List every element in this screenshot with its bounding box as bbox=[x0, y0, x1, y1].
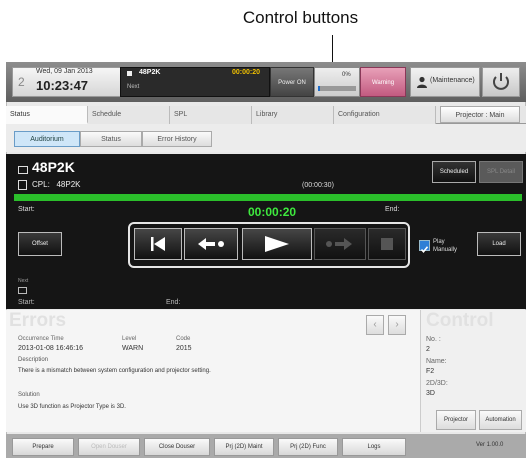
projector-button[interactable]: Projector bbox=[436, 410, 476, 430]
playback-progress-bar bbox=[14, 194, 522, 201]
next-end-label: End: bbox=[166, 299, 181, 306]
stop-icon bbox=[381, 238, 393, 250]
spl-detail-button[interactable]: SPL Detail bbox=[479, 161, 523, 183]
user-name: (Maintenance) bbox=[430, 77, 475, 84]
callout-title: Control buttons bbox=[242, 8, 359, 27]
previous-error-button[interactable]: ‹ bbox=[366, 315, 384, 335]
tab-library[interactable]: Library bbox=[252, 106, 334, 124]
occurrence-time-value: 2013-01-08 16:46:16 bbox=[18, 345, 83, 352]
cpl-value: 48P2K bbox=[56, 180, 81, 189]
next-label: Next bbox=[18, 278, 29, 284]
current-playback-time: 00:00:20 bbox=[248, 205, 297, 219]
solution-text: Use 3D function as Projector Type is 3D. bbox=[18, 404, 126, 410]
code-header: Code bbox=[176, 336, 191, 342]
rewind-icon bbox=[198, 238, 224, 250]
play-icon bbox=[265, 236, 289, 252]
projector-2d-maint-button[interactable]: Prj (2D) Maint bbox=[214, 438, 274, 456]
clock-time: 10:23:47 bbox=[36, 78, 89, 93]
start-label: Start: bbox=[18, 206, 35, 213]
logs-button[interactable]: Logs bbox=[342, 438, 406, 456]
warning-button[interactable]: Warning bbox=[360, 67, 406, 97]
occurrence-time-header: Occurrence Time bbox=[18, 336, 64, 342]
show-name: 48P2K bbox=[139, 69, 161, 76]
subtab-auditorium[interactable]: Auditorium bbox=[14, 131, 80, 147]
progress-fill bbox=[318, 86, 320, 91]
fast-forward-icon bbox=[326, 238, 352, 250]
level-value: WARN bbox=[122, 345, 144, 352]
chevron-left-icon: ‹ bbox=[373, 319, 377, 330]
play-manually-label: Play Manually bbox=[433, 239, 458, 253]
progress-track bbox=[318, 86, 356, 91]
tab-spl[interactable]: SPL bbox=[170, 106, 252, 124]
load-button[interactable]: Load bbox=[477, 232, 521, 256]
code-value: 2015 bbox=[176, 345, 192, 352]
subtab-status[interactable]: Status bbox=[80, 131, 142, 147]
show-title: 48P2K bbox=[32, 159, 75, 175]
show-next-label: Next bbox=[127, 84, 140, 90]
file-icon bbox=[18, 180, 27, 190]
prepare-button[interactable]: Prepare bbox=[12, 438, 74, 456]
cpl-line: CPL: 48P2K bbox=[32, 180, 81, 189]
power-icon bbox=[493, 73, 509, 90]
rewind-button[interactable] bbox=[184, 228, 238, 260]
play-button[interactable] bbox=[242, 228, 312, 260]
close-douser-button[interactable]: Close Douser bbox=[144, 438, 210, 456]
control-heading: Control bbox=[426, 310, 494, 331]
stop-button[interactable] bbox=[368, 228, 406, 260]
cpl-label: CPL: bbox=[32, 180, 50, 189]
next-start-label: Start: bbox=[18, 299, 35, 306]
no-label: No. : bbox=[426, 336, 441, 343]
solution-label: Solution bbox=[18, 392, 40, 398]
offset-button[interactable]: Offset bbox=[18, 232, 62, 256]
scheduled-button[interactable]: Scheduled bbox=[432, 161, 476, 183]
name-label: Name: bbox=[426, 358, 447, 365]
chevron-right-icon: › bbox=[395, 319, 399, 330]
show-indicator-icon bbox=[127, 71, 132, 76]
duration: (00:00:30) bbox=[302, 182, 334, 189]
tab-configuration[interactable]: Configuration bbox=[334, 106, 436, 124]
day-number: 2 bbox=[18, 75, 25, 89]
end-label: End: bbox=[385, 206, 400, 213]
skip-to-start-button[interactable] bbox=[134, 228, 182, 260]
open-douser-button[interactable]: Open Douser bbox=[78, 438, 140, 456]
next-error-button[interactable]: › bbox=[388, 315, 406, 335]
projector-2d-func-button[interactable]: Prj (2D) Func bbox=[278, 438, 338, 456]
skip-to-start-icon bbox=[151, 237, 165, 251]
date-text: Wed, 09 Jan 2013 bbox=[36, 68, 93, 75]
no-value: 2 bbox=[426, 346, 430, 353]
version-text: Ver 1.00.0 bbox=[476, 442, 504, 448]
mode-label: 2D/3D: bbox=[426, 380, 448, 387]
tab-schedule[interactable]: Schedule bbox=[88, 106, 170, 124]
screen-icon bbox=[18, 166, 28, 174]
user-icon bbox=[417, 76, 427, 88]
next-screen-icon bbox=[18, 287, 27, 294]
name-value: F2 bbox=[426, 368, 435, 375]
play-manually-checkbox[interactable] bbox=[419, 240, 430, 254]
errors-heading: Errors bbox=[9, 310, 67, 331]
automation-button[interactable]: Automation bbox=[479, 410, 522, 430]
fast-forward-button[interactable] bbox=[314, 228, 366, 260]
description-label: Description bbox=[18, 357, 49, 363]
mode-value: 3D bbox=[426, 390, 435, 397]
level-header: Level bbox=[122, 336, 137, 342]
show-time: 00:00:20 bbox=[232, 69, 261, 76]
subtab-error-history[interactable]: Error History bbox=[142, 131, 212, 147]
tab-status[interactable]: Status bbox=[6, 106, 88, 124]
progress-percent: 0% bbox=[342, 72, 351, 78]
shutdown-button[interactable] bbox=[482, 67, 520, 97]
power-on-button[interactable]: Power ON bbox=[270, 67, 314, 97]
progress-panel bbox=[314, 67, 360, 97]
projector-main-button[interactable]: Projector : Main bbox=[440, 106, 520, 123]
check-icon bbox=[420, 246, 429, 254]
description-text: There is a mismatch between system confi… bbox=[18, 368, 211, 374]
